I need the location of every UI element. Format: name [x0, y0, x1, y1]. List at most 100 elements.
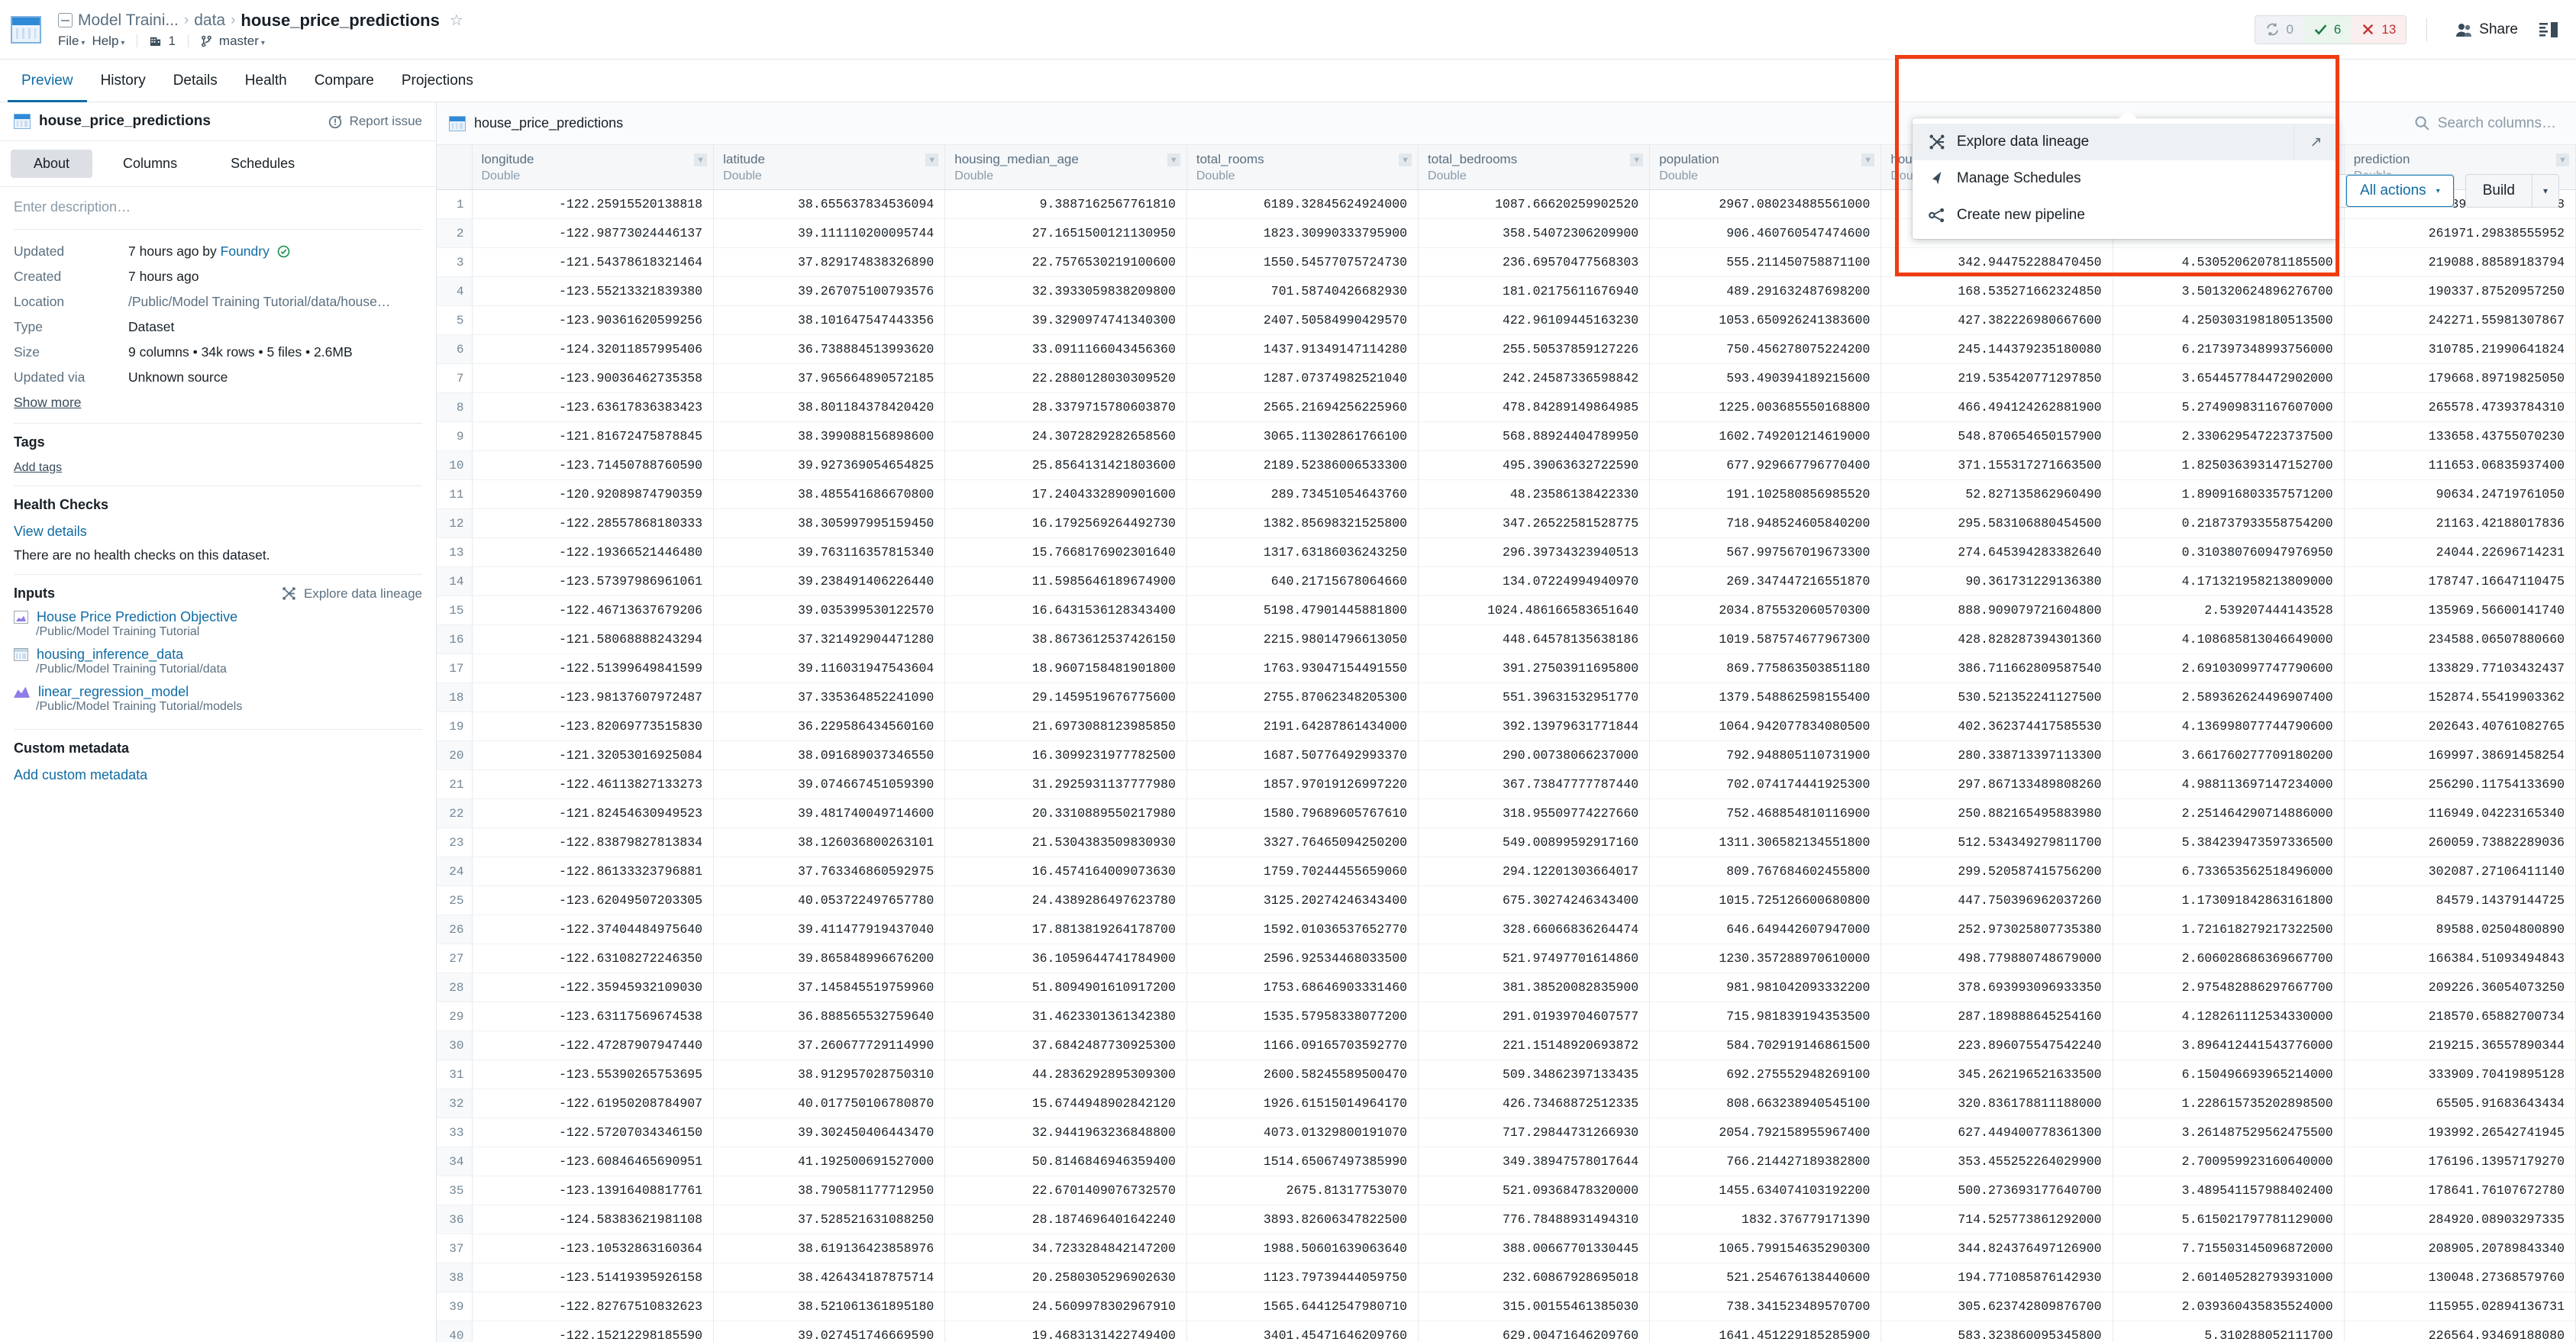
table-cell-housing_median_age[interactable]: 22.7576530219100600 — [944, 247, 1187, 277]
table-cell-longitude[interactable]: -124.58383621981108 — [472, 1205, 715, 1234]
table-cell-housing_median_age[interactable]: 22.6701409076732570 — [944, 1176, 1187, 1205]
menu-item-create-new-pipeline[interactable]: Create new pipeline — [1913, 197, 2338, 234]
table-row[interactable]: 28 -122.35945932109030 37.145845519759960 5… — [437, 973, 2576, 1002]
table-cell-latitude[interactable]: 38.126036800263101 — [713, 827, 946, 857]
table-cell-population[interactable]: 1064.942077834080500 — [1649, 711, 1882, 741]
table-cell-population[interactable]: 2054.792158955967400 — [1649, 1118, 1882, 1147]
column-header-longitude[interactable]: longitude Double ▼ — [472, 145, 715, 190]
table-cell-total_bedrooms[interactable]: 134.07224994940970 — [1418, 566, 1651, 596]
table-cell-latitude[interactable]: 37.335364852241090 — [713, 682, 946, 712]
table-cell-longitude[interactable]: -123.63617836383423 — [472, 392, 715, 422]
table-cell-households[interactable]: 90.361731229136380 — [1880, 566, 2113, 596]
table-cell-total_rooms[interactable]: 1580.79689605767610 — [1186, 798, 1419, 828]
table-cell-latitude[interactable]: 39.411477919437040 — [713, 915, 946, 944]
table-cell-longitude[interactable]: -122.98773024446137 — [472, 218, 715, 248]
table-cell-prediction[interactable]: 111653.06835937400 — [2344, 450, 2576, 480]
table-cell-population[interactable]: 766.214427189382800 — [1649, 1147, 1882, 1176]
breadcrumb-item-folder[interactable]: data — [194, 11, 225, 30]
table-cell-population[interactable]: 1065.799154635290300 — [1649, 1234, 1882, 1263]
table-row[interactable]: 6 -124.32011857995406 36.738884513993620 33… — [437, 334, 2576, 364]
table-cell-median_income[interactable]: 2.700959923160640000 — [2113, 1147, 2345, 1176]
table-cell-households[interactable]: 223.896075547542240 — [1880, 1031, 2113, 1060]
table-cell-households[interactable]: 252.973025807735380 — [1880, 915, 2113, 944]
table-cell-total_bedrooms[interactable]: 629.00471646209760 — [1418, 1321, 1651, 1342]
table-cell-latitude[interactable]: 38.655637834536094 — [713, 189, 946, 219]
explore-lineage-button[interactable]: Explore data lineage — [281, 586, 422, 602]
table-cell-housing_median_age[interactable]: 16.1792569264492730 — [944, 508, 1187, 538]
table-cell-median_income[interactable]: 3.654457784472902000 — [2113, 363, 2345, 393]
menu-item-explore-data-lineage[interactable]: Explore data lineage ↗ — [1913, 124, 2338, 160]
table-row[interactable]: 19 -123.82069773515830 36.229586434560160 2… — [437, 711, 2576, 741]
table-cell-longitude[interactable]: -123.63117569674538 — [472, 1002, 715, 1031]
table-cell-latitude[interactable]: 39.027451746669590 — [713, 1321, 946, 1342]
table-cell-median_income[interactable]: 2.039360435835524000 — [2113, 1292, 2345, 1321]
table-cell-longitude[interactable]: -123.13916408817761 — [472, 1176, 715, 1205]
table-cell-median_income[interactable]: 2.251464290714886000 — [2113, 798, 2345, 828]
table-cell-total_bedrooms[interactable]: 1024.486166583651640 — [1418, 595, 1651, 625]
table-cell-latitude[interactable]: 38.801184378420420 — [713, 392, 946, 422]
table-cell-households[interactable]: 194.771085876142930 — [1880, 1263, 2113, 1292]
table-cell-population[interactable]: 692.275552948269100 — [1649, 1060, 1882, 1089]
table-cell-prediction[interactable]: 202643.40761082765 — [2344, 711, 2576, 741]
table-cell-prediction[interactable]: 208905.20789843340 — [2344, 1234, 2576, 1263]
table-cell-housing_median_age[interactable]: 24.3072829282658560 — [944, 421, 1187, 451]
table-cell-population[interactable]: 738.341523489570700 — [1649, 1292, 1882, 1321]
table-cell-housing_median_age[interactable]: 22.2880128030309520 — [944, 363, 1187, 393]
table-cell-population[interactable]: 1602.749201214619000 — [1649, 421, 1882, 451]
table-cell-total_bedrooms[interactable]: 448.64578135638186 — [1418, 624, 1651, 654]
table-cell-housing_median_age[interactable]: 20.3310889550217980 — [944, 798, 1187, 828]
column-header-population[interactable]: population Double ▼ — [1649, 145, 1882, 190]
table-cell-housing_median_age[interactable]: 34.7233284842147200 — [944, 1234, 1187, 1263]
table-cell-median_income[interactable]: 4.171321958213809000 — [2113, 566, 2345, 596]
table-cell-latitude[interactable]: 38.521061361895180 — [713, 1292, 946, 1321]
table-cell-longitude[interactable]: -122.15212298185590 — [472, 1321, 715, 1342]
table-cell-population[interactable]: 2034.875532060570300 — [1649, 595, 1882, 625]
table-cell-prediction[interactable]: 133829.77103432437 — [2344, 653, 2576, 683]
table-cell-longitude[interactable]: -122.46713637679206 — [472, 595, 715, 625]
table-cell-longitude[interactable]: -121.32053016925084 — [472, 740, 715, 770]
table-cell-longitude[interactable]: -123.82069773515830 — [472, 711, 715, 741]
tab-compare[interactable]: Compare — [301, 60, 388, 102]
table-cell-longitude[interactable]: -123.60846465690951 — [472, 1147, 715, 1176]
table-cell-total_rooms[interactable]: 1437.91349147114280 — [1186, 334, 1419, 364]
table-cell-total_rooms[interactable]: 3125.20274246343400 — [1186, 886, 1419, 915]
view-details-link[interactable]: View details — [14, 524, 422, 540]
table-cell-total_rooms[interactable]: 1988.50601639063640 — [1186, 1234, 1419, 1263]
table-cell-median_income[interactable]: 3.501320624896276700 — [2113, 276, 2345, 306]
status-badge-success[interactable]: 6 — [2303, 15, 2352, 44]
table-cell-households[interactable]: 353.455252264029900 — [1880, 1147, 2113, 1176]
table-row[interactable]: 24 -122.86133323796881 37.763346860592975 1… — [437, 856, 2576, 886]
table-row[interactable]: 13 -122.19366521446480 39.763116357815340 1… — [437, 537, 2576, 567]
table-cell-total_rooms[interactable]: 2407.50584990429570 — [1186, 305, 1419, 335]
sidebar-tab-schedules[interactable]: Schedules — [208, 150, 318, 178]
input-name-objective[interactable]: House Price Prediction Objective — [37, 609, 237, 625]
table-cell-median_income[interactable]: 1.890916803357571200 — [2113, 479, 2345, 509]
table-cell-latitude[interactable]: 38.091689037346550 — [713, 740, 946, 770]
table-cell-households[interactable]: 250.882165495883980 — [1880, 798, 2113, 828]
table-cell-total_bedrooms[interactable]: 349.38947578017644 — [1418, 1147, 1651, 1176]
table-cell-population[interactable]: 702.074174441925300 — [1649, 769, 1882, 799]
table-cell-median_income[interactable]: 5.615021797781129000 — [2113, 1205, 2345, 1234]
table-row[interactable]: 37 -123.10532863160364 38.619136423858976 3… — [437, 1234, 2576, 1263]
table-cell-housing_median_age[interactable]: 28.3379715780603870 — [944, 392, 1187, 422]
table-cell-median_income[interactable]: 4.250303198180513500 — [2113, 305, 2345, 335]
table-cell-median_income[interactable]: 3.489541157988402400 — [2113, 1176, 2345, 1205]
table-row[interactable]: 10 -123.71450788760590 39.927369054654825 2… — [437, 450, 2576, 480]
table-cell-total_bedrooms[interactable]: 347.26522581528775 — [1418, 508, 1651, 538]
table-cell-total_rooms[interactable]: 1565.64412547980710 — [1186, 1292, 1419, 1321]
table-row[interactable]: 39 -122.82767510832623 38.521061361895180 2… — [437, 1292, 2576, 1321]
table-cell-households[interactable]: 627.449400778361300 — [1880, 1118, 2113, 1147]
column-header-total-bedrooms[interactable]: total_bedrooms Double ▼ — [1418, 145, 1651, 190]
table-cell-total_bedrooms[interactable]: 426.73468872512335 — [1418, 1089, 1651, 1118]
table-cell-prediction[interactable]: 209226.36054073250 — [2344, 973, 2576, 1002]
table-cell-latitude[interactable]: 38.426434187875714 — [713, 1263, 946, 1292]
table-cell-total_bedrooms[interactable]: 255.50537859127226 — [1418, 334, 1651, 364]
table-cell-prediction[interactable]: 219215.36557890344 — [2344, 1031, 2576, 1060]
table-cell-total_bedrooms[interactable]: 328.66066836264474 — [1418, 915, 1651, 944]
column-header-latitude[interactable]: latitude Double ▼ — [713, 145, 946, 190]
table-cell-latitude[interactable]: 38.790581177712950 — [713, 1176, 946, 1205]
table-cell-latitude[interactable]: 37.763346860592975 — [713, 856, 946, 886]
table-cell-population[interactable]: 752.468854810116900 — [1649, 798, 1882, 828]
table-cell-households[interactable]: 714.525773861292000 — [1880, 1205, 2113, 1234]
table-cell-longitude[interactable]: -123.90361620599256 — [472, 305, 715, 335]
